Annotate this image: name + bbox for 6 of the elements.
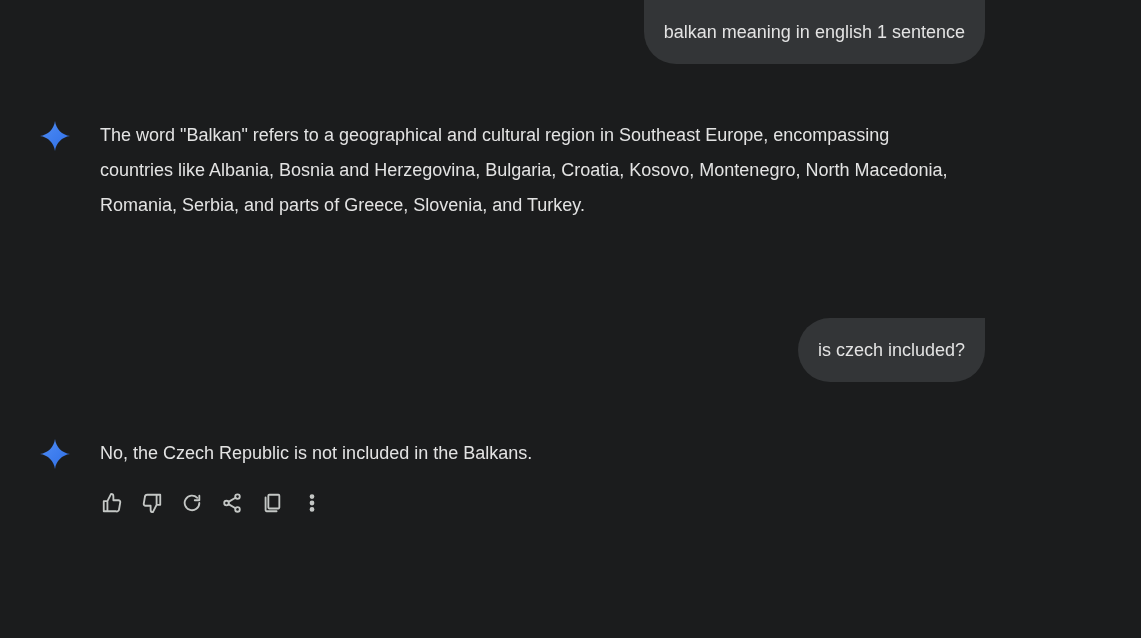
sparkle-icon xyxy=(40,439,70,469)
user-message: is czech included? xyxy=(797,318,985,382)
sparkle-icon xyxy=(40,121,70,151)
user-message: balkan meaning in english 1 sentence xyxy=(643,0,985,64)
response-text: The word "Balkan" refers to a geographical and cultural region in Southeast Europe, encompassing countries like Albania, Bosnia and Herzegovina, Bulgaria, Croatia, Kosovo, Montenegro, North Macedonia, Romania, Serbia, and parts of Greece, Slovenia, and Turkey. xyxy=(100,124,949,217)
response-text: No, the Czech Republic is not included in the Balkans. xyxy=(100,442,533,465)
